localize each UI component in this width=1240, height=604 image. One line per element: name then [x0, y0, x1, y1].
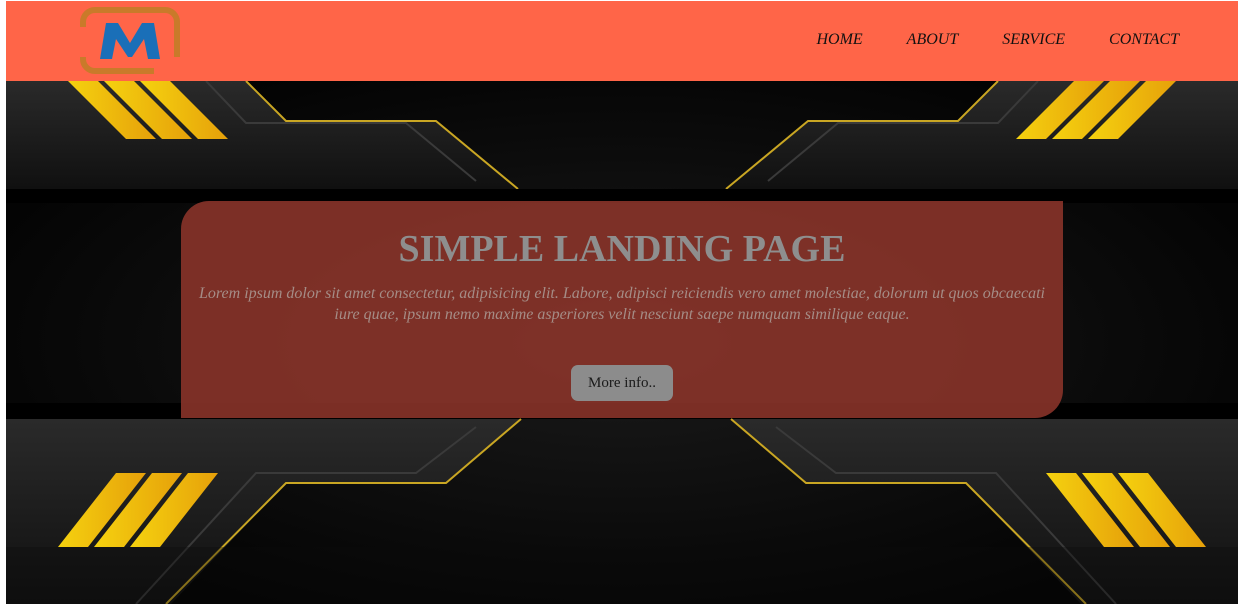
- nav-home-link[interactable]: HOME: [816, 30, 862, 50]
- hero-description: Lorem ipsum dolor sit amet consectetur, …: [199, 285, 1045, 323]
- navbar: HOME ABOUT SERVICE CONTACT: [6, 1, 1238, 81]
- nav-service-link[interactable]: SERVICE: [1002, 30, 1065, 50]
- main-navigation: HOME ABOUT SERVICE CONTACT: [772, 30, 1179, 50]
- nav-contact-link[interactable]: CONTACT: [1109, 30, 1179, 50]
- hero-section: SIMPLE LANDING PAGE Lorem ipsum dolor si…: [6, 81, 1238, 604]
- landing-page: HOME ABOUT SERVICE CONTACT SIMPLE LANDIN…: [6, 0, 1238, 604]
- brand-logo[interactable]: [80, 7, 180, 74]
- nav-about-link[interactable]: ABOUT: [907, 30, 959, 50]
- more-info-button[interactable]: More info..: [571, 365, 673, 401]
- hero-card: SIMPLE LANDING PAGE Lorem ipsum dolor si…: [181, 201, 1063, 418]
- hero-title: SIMPLE LANDING PAGE: [398, 228, 846, 270]
